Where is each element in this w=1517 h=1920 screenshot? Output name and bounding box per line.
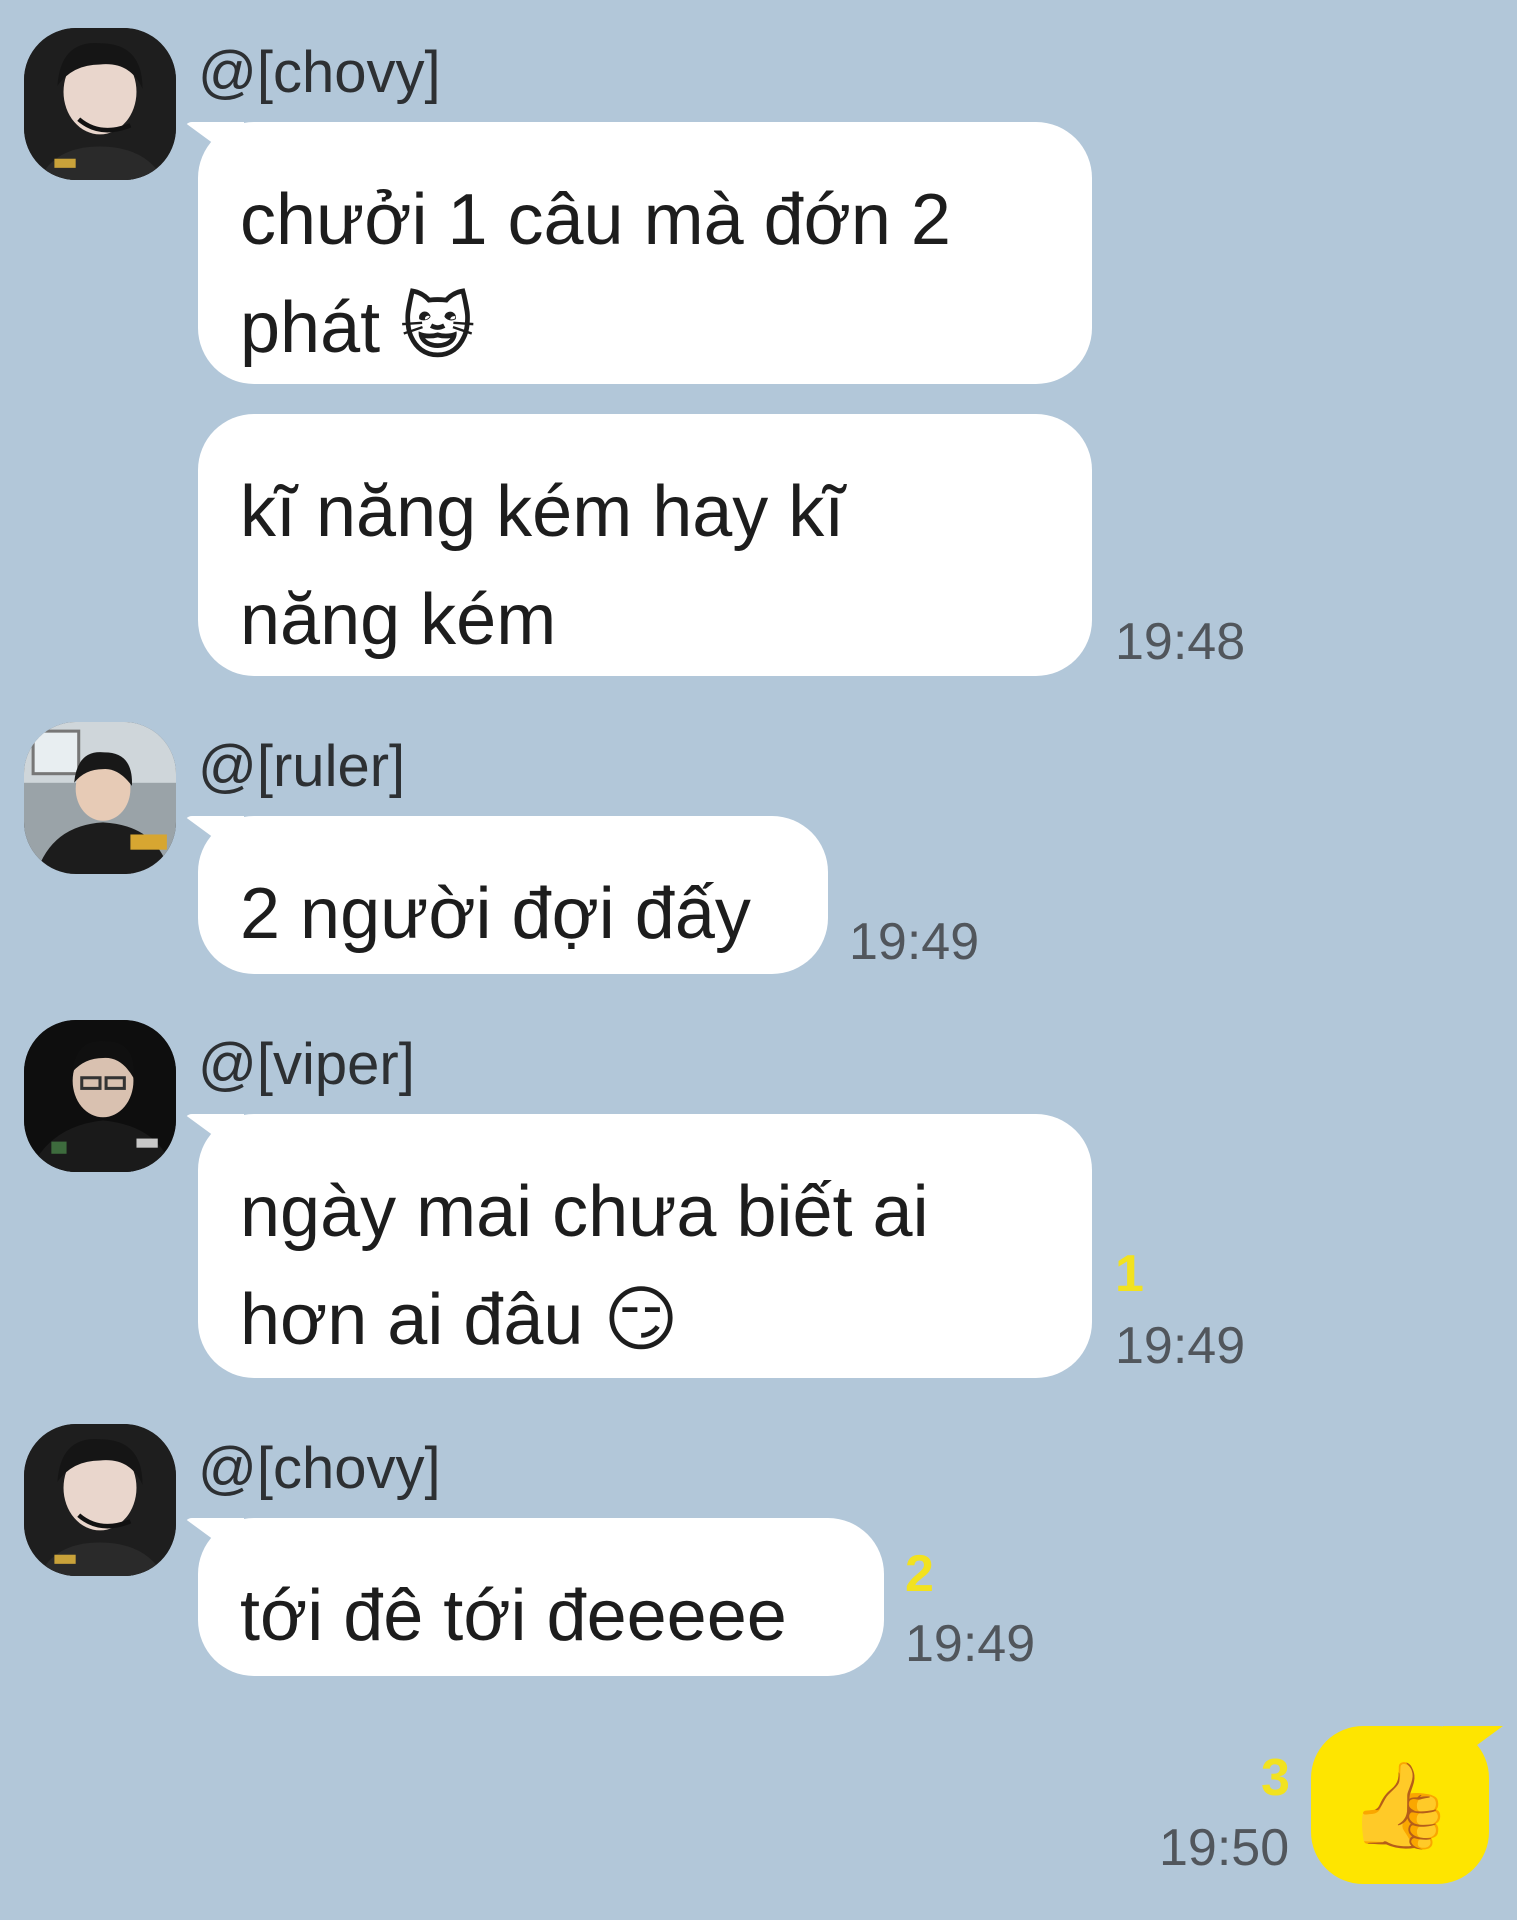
sender-avatar[interactable] [24,1020,176,1172]
chovy-avatar-image [24,28,176,180]
message-bubble[interactable]: tới đê tới đeeeee [198,1518,884,1676]
message-bubble[interactable]: chưởi 1 câu mà đớn 2 phát 😺 [198,122,1092,384]
message-time: 19:49 [849,913,980,971]
message-line: hơn ai đâu 😏 [240,1280,679,1360]
thumbs-up-icon: 👍 [1347,1758,1453,1852]
message-bubble[interactable]: kĩ năng kém hay kĩ năng kém [198,414,1092,676]
message-line: năng kém [240,580,557,660]
unread-count: 3 [1261,1749,1290,1807]
message-line: tới đê tới đeeeee [240,1576,787,1656]
sender-name: @[ruler] [198,734,406,799]
sender-avatar[interactable] [24,1424,176,1576]
message-line: chưởi 1 câu mà đớn 2 [240,180,951,260]
message-bubble[interactable]: 2 người đợi đấy [198,816,828,974]
message-line: ngày mai chưa biết ai [240,1172,929,1252]
chovy-avatar-image [24,1424,176,1576]
sender-avatar[interactable] [24,28,176,180]
message-time: 19:48 [1115,613,1246,671]
sender-avatar[interactable] [24,722,176,874]
sender-name: @[viper] [198,1032,415,1097]
message-time: 19:50 [1159,1819,1290,1877]
message-line: phát 😺 [240,288,476,368]
unread-count: 1 [1115,1245,1144,1303]
sender-name: @[chovy] [198,40,441,105]
message-line: kĩ năng kém hay kĩ [240,472,845,552]
my-message-bubble[interactable]: 👍 [1311,1726,1489,1884]
message-bubble[interactable]: ngày mai chưa biết ai hơn ai đâu 😏 [198,1114,1092,1378]
message-time: 19:49 [905,1615,1036,1673]
message-line: 2 người đợi đấy [240,874,751,954]
sender-name: @[chovy] [198,1436,441,1501]
ruler-avatar-image [24,722,176,874]
viper-avatar-image [24,1020,176,1172]
message-time: 19:49 [1115,1317,1246,1375]
unread-count: 2 [905,1545,934,1603]
